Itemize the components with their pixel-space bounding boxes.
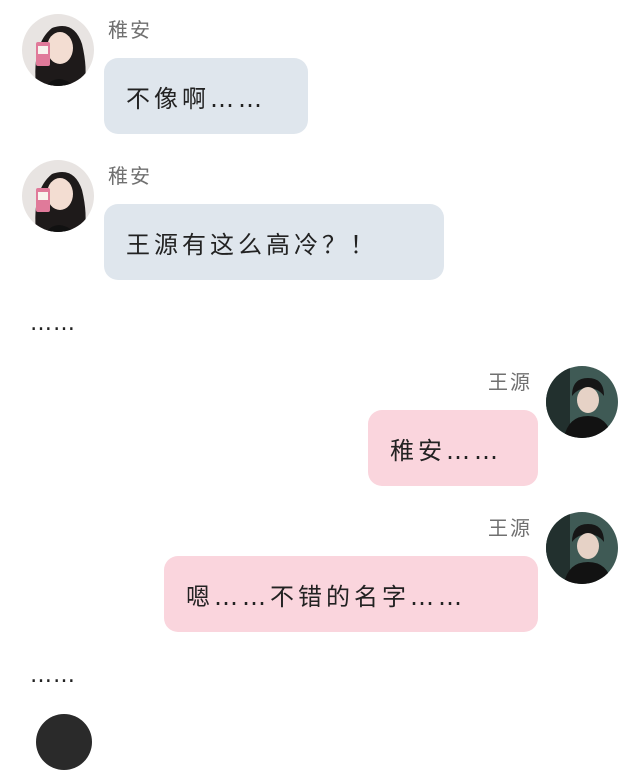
- sender-name-zhian: 稚安: [108, 18, 152, 42]
- narration-ellipsis: ……: [30, 311, 76, 336]
- avatar-zhian[interactable]: [22, 14, 94, 86]
- avatar-girl-selfie-icon: [22, 14, 94, 86]
- avatar-wangyuan[interactable]: [546, 512, 618, 584]
- message-bubble[interactable]: 不像啊……: [104, 58, 308, 134]
- sender-name-wangyuan: 王源: [488, 516, 532, 540]
- message-bubble[interactable]: 稚安……: [368, 410, 538, 486]
- avatar-zhian[interactable]: [22, 160, 94, 232]
- avatar-partial: [36, 714, 92, 770]
- avatar-boy-portrait-icon: [546, 512, 618, 584]
- message-bubble[interactable]: 嗯……不错的名字……: [164, 556, 538, 632]
- sender-name-wangyuan: 王源: [488, 370, 532, 394]
- sender-name-zhian: 稚安: [108, 164, 152, 188]
- avatar-girl-selfie-icon: [22, 160, 94, 232]
- avatar-wangyuan[interactable]: [546, 366, 618, 438]
- narration-ellipsis: ……: [30, 663, 76, 688]
- message-bubble[interactable]: 王源有这么高冷？！: [104, 204, 444, 280]
- avatar-boy-portrait-icon: [546, 366, 618, 438]
